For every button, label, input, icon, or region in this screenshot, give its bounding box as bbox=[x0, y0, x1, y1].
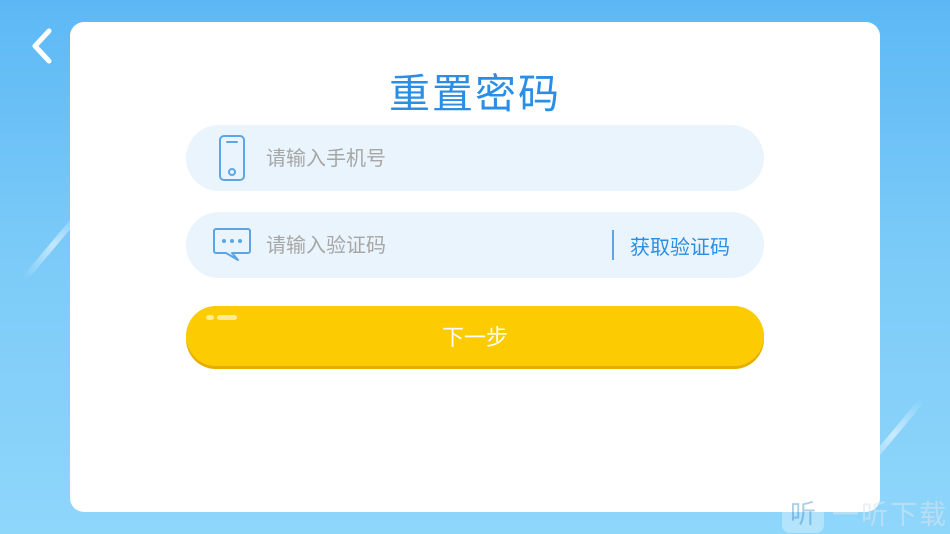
chevron-left-icon bbox=[29, 26, 55, 70]
next-button[interactable]: 下一步 bbox=[186, 306, 764, 366]
field-divider bbox=[612, 230, 614, 260]
back-button[interactable] bbox=[22, 26, 62, 70]
page-title: 重置密码 bbox=[389, 70, 561, 118]
reset-password-card: 重置密码 获取验证码 下一步 bbox=[70, 22, 880, 512]
verification-code-input[interactable] bbox=[262, 212, 612, 278]
next-button-label: 下一步 bbox=[441, 326, 508, 351]
watermark-text: 一听下载 bbox=[832, 499, 948, 531]
button-highlight bbox=[206, 315, 214, 320]
phone-icon bbox=[202, 134, 262, 182]
phone-input[interactable] bbox=[262, 125, 764, 191]
message-icon bbox=[202, 227, 262, 263]
phone-field[interactable] bbox=[186, 125, 764, 191]
button-highlight bbox=[217, 315, 237, 320]
watermark-logo-icon: 听 bbox=[782, 491, 824, 533]
verification-code-field[interactable]: 获取验证码 bbox=[186, 212, 764, 278]
watermark: 听 一听下载 bbox=[782, 490, 950, 534]
get-code-button[interactable]: 获取验证码 bbox=[630, 231, 730, 260]
